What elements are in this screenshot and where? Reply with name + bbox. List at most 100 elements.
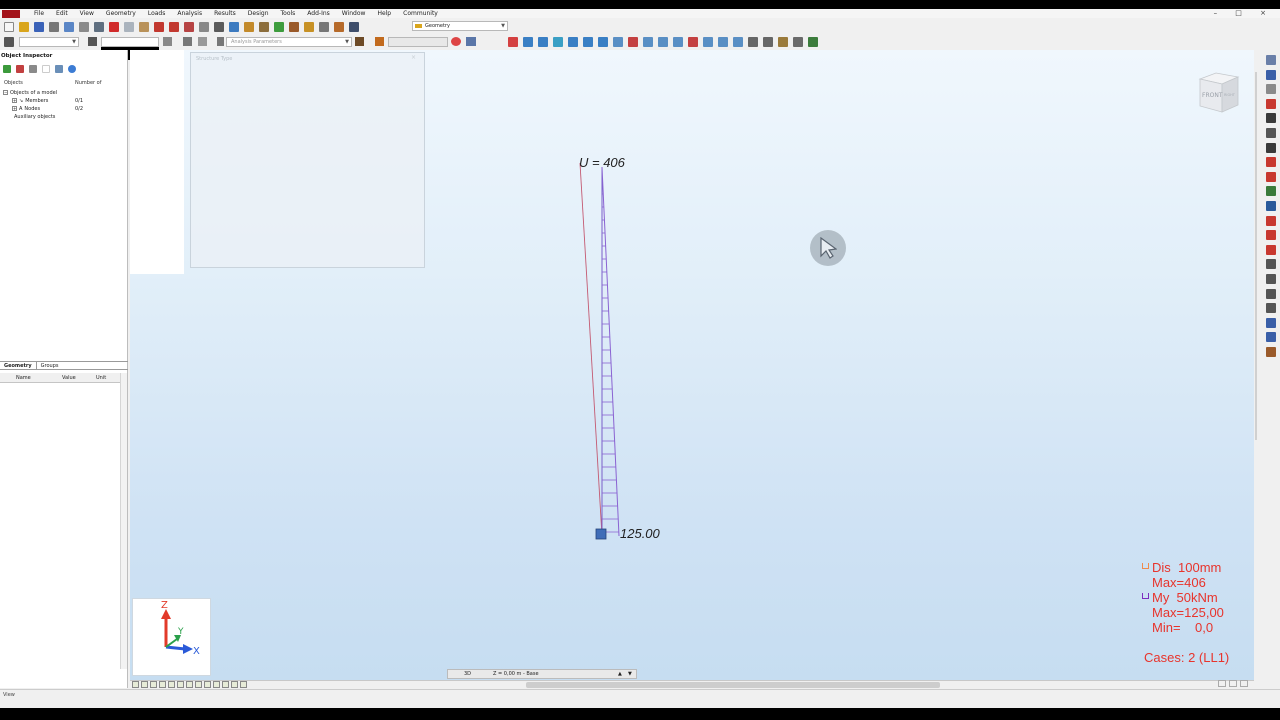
menu-community[interactable]: Community [397, 9, 444, 18]
walk-icon[interactable] [763, 37, 773, 47]
rotate-x-icon[interactable] [598, 37, 608, 47]
support-icon[interactable] [355, 37, 364, 46]
tree-expander[interactable]: − [3, 90, 8, 95]
view-level[interactable]: Z = 0,00 m - Base [493, 671, 539, 677]
paste-icon[interactable] [139, 22, 149, 32]
find-icon[interactable] [55, 65, 63, 73]
selection-combo[interactable]: ▼ [19, 37, 79, 47]
rotate-3d-icon[interactable] [643, 37, 653, 47]
zoom-extents-icon[interactable] [703, 37, 713, 47]
app-logo-icon[interactable] [2, 9, 20, 18]
menu-add-ins[interactable]: Add-Ins [301, 9, 335, 18]
tab-geometry[interactable]: Geometry [0, 362, 37, 369]
menu-geometry[interactable]: Geometry [100, 9, 142, 18]
screen-capture-icon[interactable] [79, 22, 89, 32]
check-icon[interactable] [274, 22, 284, 32]
view-yz-icon[interactable] [538, 37, 548, 47]
case-combo[interactable] [101, 37, 159, 47]
model-tree-icon[interactable] [3, 65, 11, 73]
filter-combo[interactable] [388, 37, 448, 47]
section-shape-icon[interactable] [1266, 215, 1276, 226]
split-icon[interactable] [1229, 680, 1237, 687]
analysis-parameters-combo[interactable]: Analysis Parameters ▼ [226, 37, 352, 47]
view-xy-icon[interactable] [523, 37, 533, 47]
view-mode[interactable]: 3D [464, 671, 471, 677]
menu-results[interactable]: Results [208, 9, 242, 18]
tree-item-auxiliary[interactable]: Auxiliary objects [3, 113, 125, 121]
display-numbers-icon[interactable] [177, 681, 184, 688]
zoom-icon[interactable] [229, 22, 239, 32]
axis-definition-icon[interactable] [1266, 69, 1276, 80]
rotate-z-icon[interactable] [628, 37, 638, 47]
layout-selector[interactable]: Geometry ▼ [412, 21, 508, 31]
display-hatch-icon[interactable] [231, 681, 238, 688]
menu-help[interactable]: Help [371, 9, 397, 18]
zoom-window-view-icon[interactable] [718, 37, 728, 47]
menu-view[interactable]: View [74, 9, 100, 18]
node-icon[interactable] [375, 37, 384, 46]
support-node-icon[interactable] [595, 528, 607, 540]
print-icon[interactable] [49, 22, 59, 32]
solids-icon[interactable] [1266, 273, 1276, 284]
display-axes-icon[interactable] [204, 681, 211, 688]
structure-type-icon[interactable] [1266, 55, 1276, 65]
zoom-out-icon[interactable] [688, 37, 698, 47]
menu-analysis[interactable]: Analysis [171, 9, 208, 18]
thickness-icon[interactable] [1266, 244, 1276, 255]
preview-icon[interactable] [94, 22, 104, 32]
scrollbar-thumb[interactable] [1255, 72, 1257, 440]
viewport-horizontal-scrollbar[interactable] [526, 682, 940, 688]
fit-icon[interactable] [1218, 680, 1226, 687]
window-controls[interactable]: – □ × [1214, 9, 1274, 17]
selection-filter-icon[interactable] [88, 37, 97, 46]
display-results-icon[interactable] [213, 681, 220, 688]
loads-icon[interactable] [304, 22, 314, 32]
info-icon[interactable] [68, 65, 76, 73]
tools-icon[interactable] [334, 22, 344, 32]
display-panels-icon[interactable] [186, 681, 193, 688]
level-up-icon[interactable]: ▲ [618, 671, 622, 677]
menu-file[interactable]: File [28, 9, 50, 18]
view-plane-control[interactable]: 3D Z = 0,00 m - Base ▲ ▼ [447, 669, 637, 679]
tree-expander[interactable]: + [12, 106, 17, 111]
tab-groups[interactable]: Groups [37, 362, 63, 369]
analysis-icon[interactable] [217, 37, 224, 46]
display-supports-icon[interactable] [150, 681, 157, 688]
attributes-icon[interactable] [466, 37, 476, 46]
display-settings-icon[interactable] [793, 37, 803, 47]
display-sections-icon[interactable] [168, 681, 175, 688]
properties-icon[interactable] [199, 22, 209, 32]
menu-loads[interactable]: Loads [142, 9, 172, 18]
line-bar-icon[interactable] [1266, 142, 1276, 153]
tables-icon[interactable] [184, 22, 194, 32]
cladding-icon[interactable] [1266, 259, 1276, 270]
model-viewport[interactable]: Structure Type × U = 406 125.00 FRONT RI… [130, 50, 1254, 680]
case-list-icon[interactable] [163, 37, 172, 46]
redraw-icon[interactable] [733, 37, 743, 47]
undo-icon[interactable] [154, 22, 164, 32]
window-icon[interactable] [808, 37, 818, 47]
selection-icon[interactable] [4, 37, 14, 47]
display-icon[interactable] [451, 37, 461, 46]
releases-icon[interactable] [1266, 171, 1276, 182]
pan-icon[interactable] [658, 37, 668, 47]
display-nodes-icon[interactable] [132, 681, 139, 688]
line-icon[interactable] [1266, 84, 1276, 95]
bars-icon[interactable] [1266, 127, 1276, 138]
level-down-icon[interactable]: ▼ [628, 671, 632, 677]
structure-model-icon[interactable] [259, 22, 269, 32]
panels-icon[interactable] [1266, 230, 1276, 241]
tile-icon[interactable] [1240, 680, 1248, 687]
zoom-window-icon[interactable] [244, 22, 254, 32]
tree-item-objects-of-model[interactable]: − Objects of a model [3, 89, 125, 97]
filter-icon[interactable] [16, 65, 24, 73]
view-cube[interactable]: FRONT RIGHT [1196, 68, 1242, 114]
sections-icon[interactable] [778, 37, 788, 47]
analysis-options-icon[interactable] [1266, 346, 1276, 357]
copy-icon[interactable] [124, 22, 134, 32]
bar-sections-icon[interactable] [1266, 186, 1276, 197]
save-icon[interactable] [34, 22, 44, 32]
structure-parameters-icon[interactable] [1266, 303, 1276, 314]
view-icon[interactable] [183, 37, 192, 46]
print-preview-icon[interactable] [64, 22, 74, 32]
